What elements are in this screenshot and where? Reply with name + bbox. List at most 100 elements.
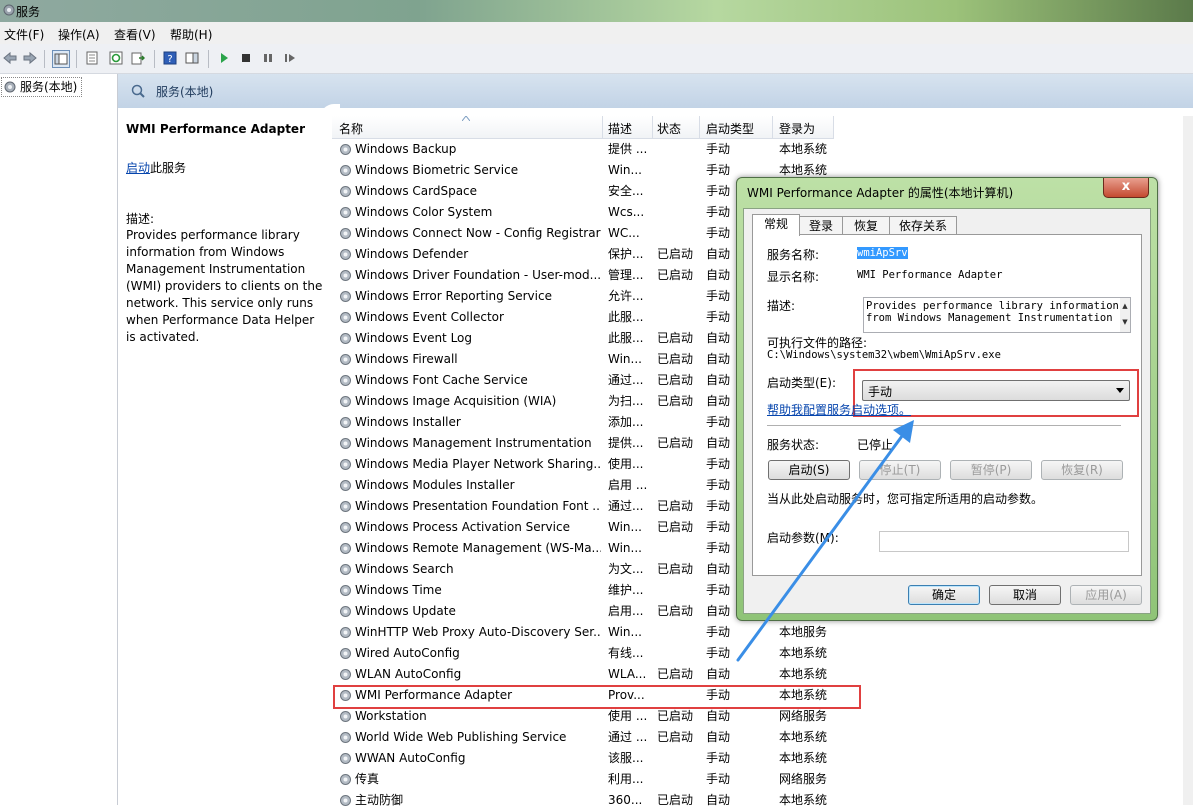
service-row[interactable]: Wired AutoConfig 有线... 手动 本地系统 [332,643,862,664]
service-gear-icon [340,144,351,155]
dialog-close-button[interactable]: x [1103,178,1149,198]
description-label: 描述: [126,212,155,226]
service-description: 允许... [608,289,644,303]
service-gear-icon [340,501,351,512]
service-name: WLAN AutoConfig [355,667,462,681]
service-logon-as: 本地系统 [779,667,828,681]
menu-view[interactable]: 查看(V) [114,26,156,43]
export-list-icon[interactable] [130,50,146,66]
services-gear-icon [3,4,15,16]
service-gear-icon [340,375,351,386]
service-row[interactable]: Windows Backup 提供 ... 手动 本地系统 [332,139,862,160]
service-name: Windows Connect Now - Config Registrar [355,226,601,240]
properties-sheet-icon[interactable] [84,50,100,66]
pause-service-icon[interactable] [260,50,276,66]
service-status-value: 已停止 [857,438,894,452]
back-arrow-icon[interactable] [2,50,18,66]
service-gear-icon [340,627,351,638]
service-status: 已启动 [657,499,694,513]
console-tree-icon[interactable] [52,50,70,68]
menu-action[interactable]: 操作(A) [58,26,100,43]
tab-recovery[interactable]: 恢复 [842,216,890,235]
service-description: 管理... [608,268,644,282]
ok-button[interactable]: 确定 [908,585,980,605]
display-name-value[interactable]: WMI Performance Adapter [857,269,1002,281]
service-gear-icon [340,669,351,680]
service-row[interactable]: 传真 利用... 手动 网络服务 [332,769,862,790]
service-description: Win... [608,520,642,534]
service-startup-type: 自动 [706,709,731,723]
service-gear-icon [340,186,351,197]
description-label: 描述: [767,299,796,313]
description-text: Provides performance library information… [126,228,323,344]
service-name-value[interactable]: wmiApSrv [857,247,908,259]
service-gear-icon [340,732,351,743]
service-row[interactable]: World Wide Web Publishing Service 通过 ... 已… [332,727,862,748]
menu-file[interactable]: 文件(F) [4,26,44,43]
apply-button[interactable]: 应用(A) [1070,585,1142,605]
resume-button[interactable]: 恢复(R) [1041,460,1123,480]
service-startup-type: 手动 [706,142,731,156]
menu-help[interactable]: 帮助(H) [170,26,212,43]
panel-header: 服务(本地) [118,74,1193,108]
service-row[interactable]: 主动防御 360... 已启动 自动 本地系统 [332,790,862,811]
service-description: 保护... [608,247,644,261]
selected-row-highlight [333,685,861,709]
service-row[interactable]: WLAN AutoConfig WLA... 已启动 自动 本地系统 [332,664,862,685]
service-name: Windows Event Log [355,331,473,345]
service-startup-type: 自动 [706,667,731,681]
exe-path-value: C:\Windows\system32\wbem\WmiApSrv.exe [767,349,1001,361]
service-row[interactable]: Workstation 使用 ... 已启动 自动 网络服务 [332,706,862,727]
service-status: 已启动 [657,730,694,744]
column-logon-as[interactable]: 登录为 [779,120,815,137]
show-hide-pane-icon[interactable] [184,50,200,66]
restart-service-icon[interactable] [282,50,298,66]
column-name[interactable]: 名称 [339,120,363,137]
service-startup-type: 手动 [706,625,731,639]
column-status[interactable]: 状态 [657,120,681,137]
stop-button[interactable]: 停止(T) [859,460,941,480]
service-startup-type: 手动 [706,751,731,765]
help-icon[interactable]: ? [162,50,178,66]
forward-arrow-icon[interactable] [22,50,38,66]
description-line-2: from Windows Management Instrumentation [866,312,1113,324]
service-gear-icon [340,522,351,533]
service-name: Windows Backup [355,142,457,156]
start-service-icon[interactable] [216,50,232,66]
start-parameters-input[interactable] [879,531,1129,552]
description-scrollbar[interactable]: ▲ ▼ [1120,298,1130,332]
service-name: Windows Event Collector [355,310,504,324]
refresh-icon[interactable] [108,50,124,66]
list-vertical-scrollbar[interactable] [1183,116,1193,805]
service-name: Windows Firewall [355,352,458,366]
window-title-bar: 服务 [0,0,1193,22]
service-name: Windows Image Acquisition (WIA) [355,394,557,408]
help-configure-link[interactable]: 帮助我配置服务启动选项。 [767,401,911,418]
description-textbox[interactable]: Provides performance library information… [863,297,1131,333]
start-button[interactable]: 启动(S) [768,460,850,480]
service-status: 已启动 [657,604,694,618]
cancel-button[interactable]: 取消 [989,585,1061,605]
service-gear-icon [340,165,351,176]
service-status: 已启动 [657,394,694,408]
stop-service-icon[interactable] [238,50,254,66]
service-logon-as: 本地系统 [779,646,828,660]
service-row[interactable]: WinHTTP Web Proxy Auto-Discovery Ser... W… [332,622,862,643]
service-description: 为文... [608,562,644,576]
service-description: 360... [608,793,643,807]
tab-dependencies[interactable]: 依存关系 [889,216,957,235]
column-description[interactable]: 描述 [608,120,632,137]
pause-button[interactable]: 暂停(P) [950,460,1032,480]
start-service-link[interactable]: 启动 [126,161,150,175]
tree-node-services-local[interactable]: 服务(本地) [1,77,83,97]
service-description: 该服... [608,751,644,765]
tab-logon[interactable]: 登录 [799,216,843,235]
properties-dialog: WMI Performance Adapter 的属性(本地计算机) x 常规 … [736,177,1158,621]
service-gear-icon [340,543,351,554]
service-row[interactable]: WWAN AutoConfig 该服... 手动 本地系统 [332,748,862,769]
service-status: 已启动 [657,667,694,681]
startup-type-label: 启动类型(E): [767,376,836,390]
column-startup-type[interactable]: 启动类型 [706,120,754,137]
tab-general[interactable]: 常规 [752,214,800,236]
display-name-label: 显示名称: [767,270,820,284]
